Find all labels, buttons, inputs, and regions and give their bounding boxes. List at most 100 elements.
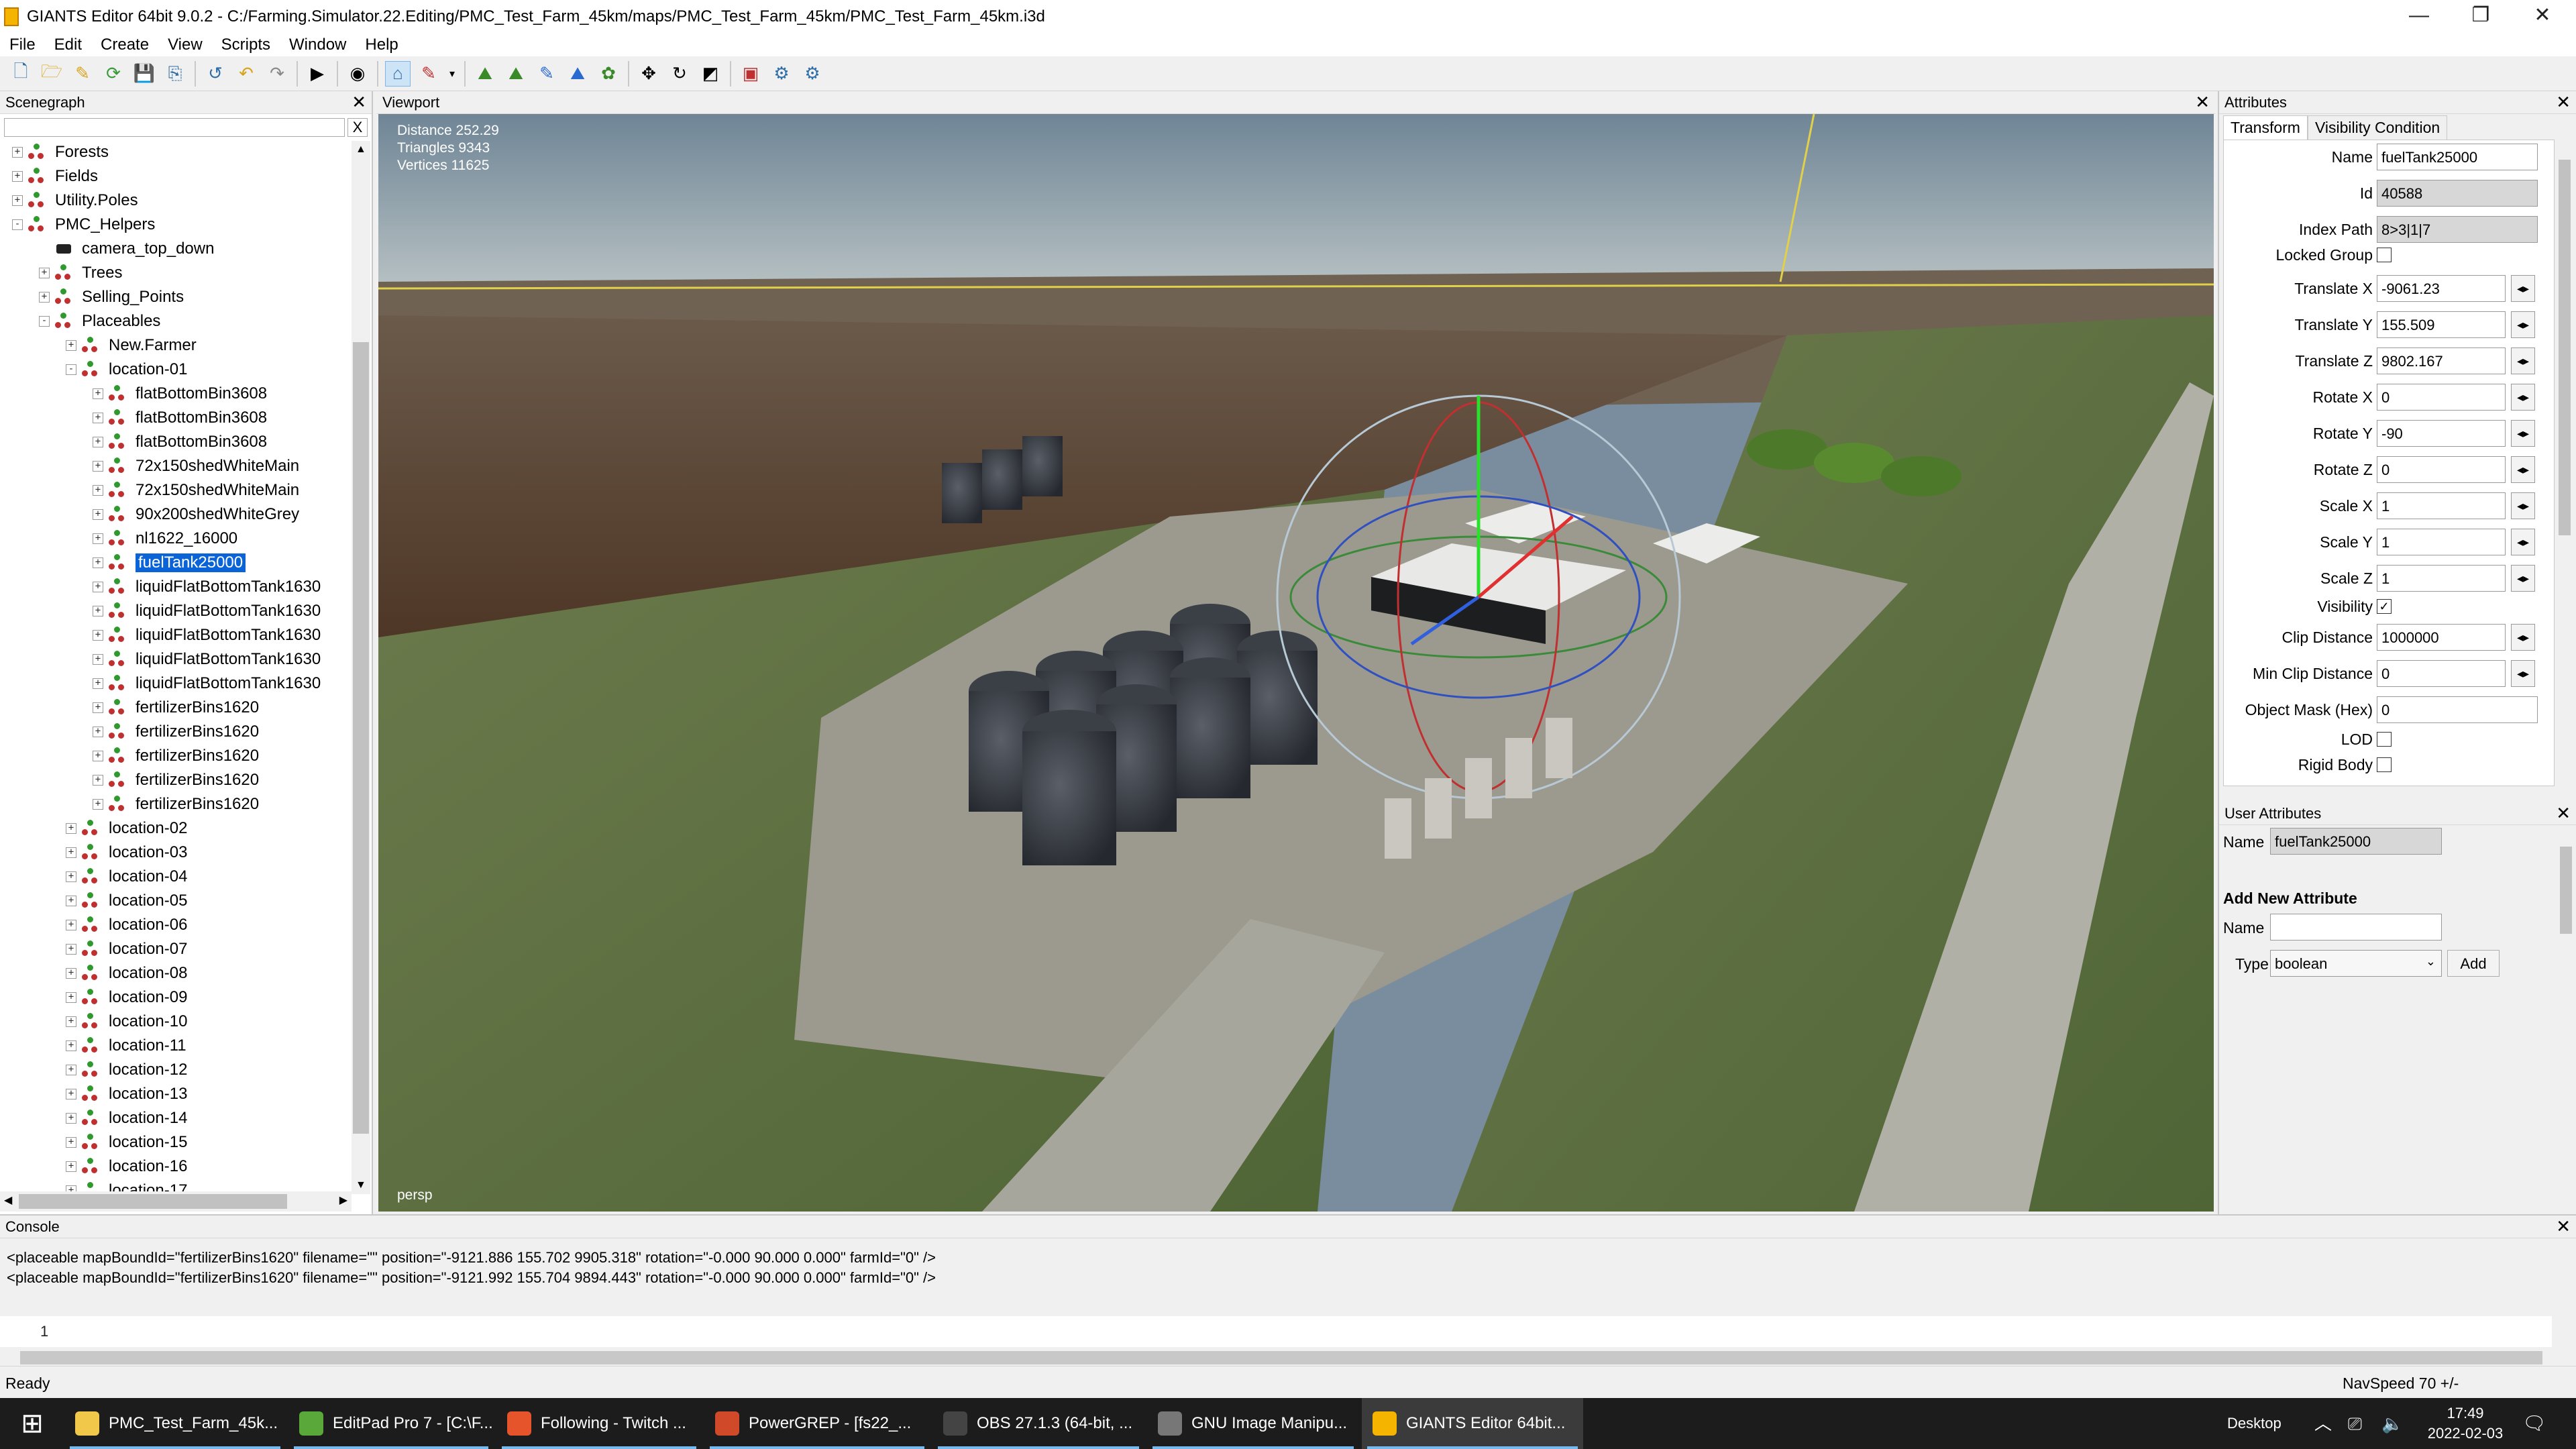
translate-y-spinner[interactable]: ◂▸ [2511,311,2535,338]
expand-icon[interactable]: + [93,388,103,399]
tree-node[interactable]: + flatBottomBin3608 [93,407,267,429]
expand-icon[interactable]: + [93,437,103,447]
expand-icon[interactable]: + [12,195,23,206]
tree-node[interactable]: + fertilizerBins1620 [93,720,259,743]
tree-node[interactable]: + location-12 [66,1059,187,1081]
scroll-left-icon[interactable]: ◀ [4,1193,12,1207]
expand-icon[interactable]: + [93,557,103,568]
expand-icon[interactable]: + [93,582,103,592]
tree-node[interactable]: + liquidFlatBottomTank1630 [93,672,321,695]
scroll-up-icon[interactable]: ▲ [356,144,366,156]
add-attribute-button[interactable]: Add [2447,950,2500,977]
taskbar-item[interactable]: Following - Twitch ... [496,1398,702,1449]
expand-icon[interactable]: + [93,461,103,472]
expand-icon[interactable]: + [93,509,103,520]
rotate-z-spinner[interactable]: ◂▸ [2511,456,2535,483]
tree-node[interactable]: + fertilizerBins1620 [93,696,259,719]
expand-icon[interactable]: + [93,727,103,737]
tree-node[interactable]: + location-16 [66,1155,187,1178]
rotate-x-field[interactable]: 0 [2377,384,2506,411]
paint-icon[interactable]: ✎ [416,61,441,87]
expand-icon[interactable]: + [66,1161,76,1172]
translate-x-spinner[interactable]: ◂▸ [2511,275,2535,302]
expand-icon[interactable]: + [93,654,103,665]
expand-icon[interactable]: + [66,920,76,930]
terrain-raise-icon[interactable]: ⛰ [472,61,498,87]
expand-icon[interactable]: + [93,630,103,641]
tree-node[interactable]: - Placeables [39,310,160,333]
translate-x-field[interactable]: -9061.23 [2377,275,2506,302]
terrain-lower-icon[interactable]: ⛰ [503,61,529,87]
expand-icon[interactable]: + [93,485,103,496]
tree-node[interactable]: + Fields [12,165,98,188]
taskbar-item[interactable]: GIANTS Editor 64bit... [1362,1398,1583,1449]
tree-node[interactable]: - PMC_Helpers [12,213,155,236]
clip-distance-field[interactable]: 1000000 [2377,624,2506,651]
menu-scripts[interactable]: Scripts [221,36,270,54]
tree-node[interactable]: + fertilizerBins1620 [93,793,259,816]
tree-node[interactable]: + Trees [39,262,122,284]
tree-node[interactable]: + flatBottomBin3608 [93,382,267,405]
menu-help[interactable]: Help [365,36,398,54]
edit-file-icon[interactable]: ✎ [70,61,95,87]
expand-icon[interactable]: + [93,751,103,761]
expand-icon[interactable]: + [93,533,103,544]
collapse-icon[interactable]: - [12,219,23,230]
tree-node[interactable]: + location-14 [66,1107,187,1130]
scrollbar-thumb[interactable] [353,342,369,1134]
tree-node[interactable]: + location-07 [66,938,187,961]
tree-node[interactable]: + flatBottomBin3608 [93,431,267,453]
tree-node[interactable]: + liquidFlatBottomTank1630 [93,576,321,598]
rigid-body-checkbox[interactable] [2377,757,2392,772]
expand-icon[interactable]: + [93,678,103,689]
minimize-button[interactable]: — [2388,0,2450,34]
scroll-down-icon[interactable]: ▼ [356,1179,366,1191]
taskbar-item[interactable]: OBS 27.1.3 (64-bit, ... [932,1398,1144,1449]
scale-icon[interactable]: ◩ [698,61,723,87]
scrollbar-thumb[interactable] [19,1194,287,1209]
expand-icon[interactable]: + [39,268,50,278]
expand-icon[interactable]: + [12,147,23,158]
tree-node[interactable]: camera_top_down [39,237,214,260]
expand-icon[interactable]: + [66,968,76,979]
scale-x-spinner[interactable]: ◂▸ [2511,492,2535,519]
translate-z-spinner[interactable]: ◂▸ [2511,347,2535,374]
tree-node[interactable]: +72x150shedWhiteMain [93,455,299,478]
tree-node[interactable]: + fertilizerBins1620 [93,769,259,792]
tree-node[interactable]: + location-03 [66,841,187,864]
terrain-smooth-icon[interactable]: ⛰ [565,61,590,87]
tree-node[interactable]: + nl1622_16000 [93,527,237,550]
scale-y-field[interactable]: 1 [2377,529,2506,555]
tree-node[interactable]: + liquidFlatBottomTank1630 [93,624,321,647]
close-icon[interactable]: ✕ [2195,91,2210,113]
locked-group-checkbox[interactable] [2377,248,2392,262]
viewport-canvas[interactable]: Distance 252.29 Triangles 9343 Vertices … [378,114,2214,1212]
tab-transform[interactable]: Transform [2223,115,2308,140]
notifications-icon[interactable]: 🗨 [2522,1398,2546,1449]
tree-node[interactable]: + location-02 [66,817,187,840]
scenegraph-search-input[interactable] [4,118,345,137]
tree-node[interactable]: + location-08 [66,962,187,985]
scale-z-field[interactable]: 1 [2377,565,2506,592]
save-as-icon[interactable]: ⎘ [162,61,188,87]
scenegraph-horizontal-scrollbar[interactable]: ◀ ▶ [0,1191,352,1212]
show-desktop-label[interactable]: Desktop [2227,1398,2282,1449]
clock[interactable]: 17:49 2022-02-03 [2422,1398,2509,1449]
eye-icon[interactable]: ◉ [345,61,370,87]
settings-alt-icon[interactable]: ⚙ [800,61,825,87]
tree-node[interactable]: + liquidFlatBottomTank1630 [93,648,321,671]
min-clip-distance-spinner[interactable]: ◂▸ [2511,660,2535,687]
close-icon[interactable]: ✕ [2556,91,2571,113]
rotate-y-spinner[interactable]: ◂▸ [2511,420,2535,447]
close-icon[interactable]: ✕ [2556,802,2571,824]
scroll-right-icon[interactable]: ▶ [339,1193,347,1207]
expand-icon[interactable]: + [12,171,23,182]
object-mask-field[interactable]: 0 [2377,696,2538,723]
expand-icon[interactable]: + [66,1065,76,1075]
expand-icon[interactable]: + [93,775,103,786]
expand-icon[interactable]: + [66,1040,76,1051]
close-icon[interactable]: ✕ [352,91,366,113]
maximize-button[interactable]: ❐ [2450,0,2512,34]
scrollbar-thumb[interactable] [2560,847,2572,934]
collapse-icon[interactable]: - [39,316,50,327]
